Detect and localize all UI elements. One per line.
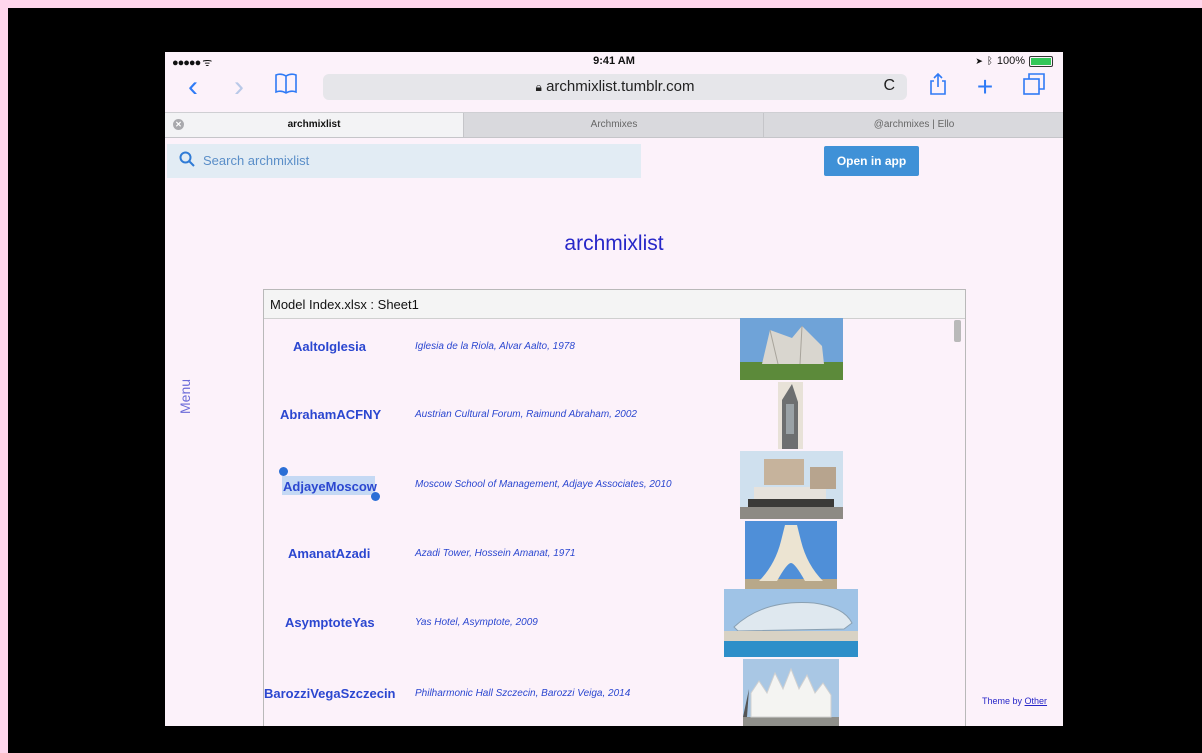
tab-archmixlist[interactable]: ✕ archmixlist — [165, 113, 463, 137]
browser-toolbar: ‹ › 🔒︎ archmixlist.tumblr.com C + — [165, 70, 1063, 104]
sheet-title: Model Index.xlsx : Sheet1 — [270, 297, 419, 312]
open-in-app-button[interactable]: Open in app — [824, 146, 919, 176]
menu-button[interactable]: Menu — [177, 379, 193, 414]
tab-label: Archmixes — [590, 119, 638, 130]
building-thumbnail[interactable] — [740, 318, 843, 380]
scrollbar[interactable] — [954, 320, 961, 342]
status-bar: ●●●●● ᯤ 9:41 AM ➤ ᛒ 100% — [165, 52, 1063, 70]
address-bar[interactable]: 🔒︎ archmixlist.tumblr.com C — [323, 74, 907, 100]
row-name[interactable]: AdjayeMoscow — [283, 479, 377, 494]
location-icon: ➤ — [975, 55, 983, 66]
row-name[interactable]: BarozziVegaSzczecin — [264, 686, 396, 701]
url-label: archmixlist.tumblr.com — [546, 78, 695, 95]
row-desc: Azadi Tower, Hossein Amanat, 1971 — [415, 548, 576, 559]
row-name[interactable]: AaltoIglesia — [293, 339, 366, 354]
bookmarks-icon[interactable] — [273, 72, 299, 102]
forward-icon[interactable]: › — [229, 72, 249, 102]
reload-icon[interactable]: C — [883, 77, 895, 95]
theme-credit: Theme by Other — [982, 696, 1047, 706]
url-text: 🔒︎ archmixlist.tumblr.com — [323, 78, 907, 95]
building-thumbnail[interactable] — [778, 382, 803, 449]
theme-link[interactable]: Other — [1025, 696, 1048, 706]
new-tab-icon[interactable]: + — [973, 72, 997, 102]
tab-label: archmixlist — [287, 119, 341, 130]
search-input[interactable]: Search archmixlist — [167, 144, 641, 178]
row-desc: Yas Hotel, Asymptote, 2009 — [415, 617, 538, 628]
back-icon[interactable]: ‹ — [183, 72, 203, 102]
video-frame: ●●●●● ᯤ 9:41 AM ➤ ᛒ 100% ‹ › 🔒︎ archmixl… — [8, 8, 1202, 753]
selection-handle-start[interactable] — [279, 467, 288, 476]
tab-ello[interactable]: @archmixes | Ello — [763, 113, 1063, 137]
row-desc: Iglesia de la Riola, Alvar Aalto, 1978 — [415, 341, 575, 352]
building-thumbnail[interactable] — [724, 589, 858, 657]
row-desc: Austrian Cultural Forum, Raimund Abraham… — [415, 409, 637, 420]
bluetooth-icon: ᛒ — [986, 55, 993, 67]
sheet-header: Model Index.xlsx : Sheet1 — [264, 290, 965, 319]
search-icon — [179, 151, 195, 172]
tabs-overview-icon[interactable] — [1021, 72, 1047, 102]
row-desc: Moscow School of Management, Adjaye Asso… — [415, 479, 672, 490]
row-name[interactable]: AbrahamACFNY — [280, 407, 381, 422]
theme-prefix: Theme by — [982, 696, 1025, 706]
lock-icon: 🔒︎ — [535, 80, 542, 94]
search-placeholder: Search archmixlist — [203, 153, 310, 168]
close-tab-icon[interactable]: ✕ — [173, 119, 184, 130]
spreadsheet-embed: Model Index.xlsx : Sheet1 AaltoIglesia I… — [263, 289, 966, 726]
tab-archmixes[interactable]: Archmixes — [463, 113, 764, 137]
tab-label: @archmixes | Ello — [873, 119, 955, 130]
row-name[interactable]: AsymptoteYas — [285, 615, 375, 630]
tab-bar: ✕ archmixlist Archmixes @archmixes | Ell… — [165, 112, 1063, 138]
site-title[interactable]: archmixlist — [165, 232, 1063, 256]
building-thumbnail[interactable] — [740, 451, 843, 519]
share-icon[interactable] — [927, 72, 949, 102]
battery-percent: 100% — [996, 55, 1025, 67]
battery-icon — [1029, 55, 1053, 67]
row-desc: Philharmonic Hall Szczecin, Barozzi Veig… — [415, 688, 631, 699]
ipad-screen: ●●●●● ᯤ 9:41 AM ➤ ᛒ 100% ‹ › 🔒︎ archmixl… — [165, 52, 1063, 726]
row-name[interactable]: AmanatAzadi — [288, 546, 370, 561]
building-thumbnail[interactable] — [745, 521, 837, 589]
building-thumbnail[interactable] — [743, 659, 839, 726]
status-time: 9:41 AM — [593, 55, 635, 67]
